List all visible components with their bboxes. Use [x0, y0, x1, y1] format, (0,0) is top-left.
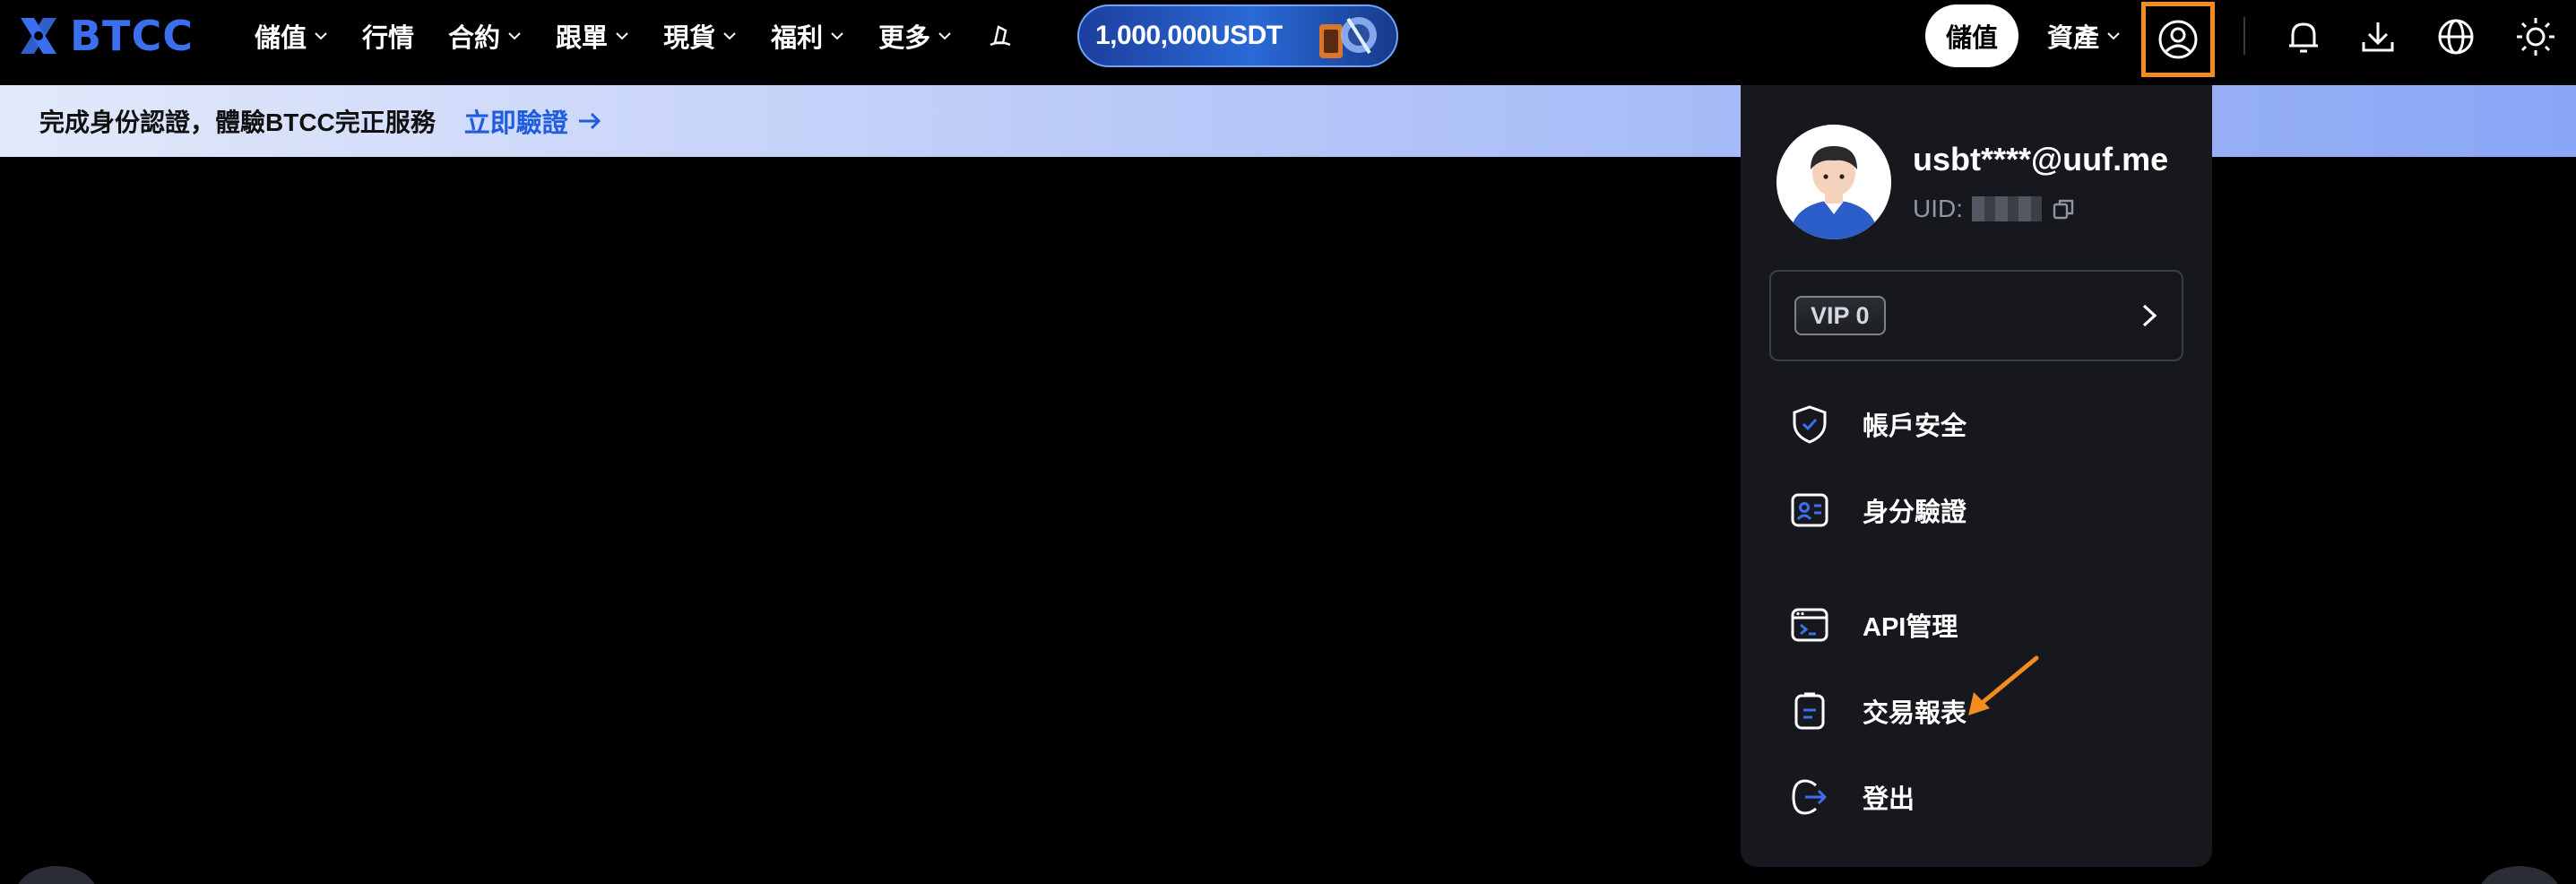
user-icon: [2158, 20, 2198, 59]
id-card-icon: [1791, 493, 1828, 527]
nav-item-futures[interactable]: 合約: [448, 17, 522, 55]
nav-item-deposit[interactable]: 儲值: [255, 17, 328, 55]
menu-item-account-security[interactable]: 帳戶安全: [1787, 397, 2164, 451]
menu-item-identity-verification[interactable]: 身分驗證: [1787, 483, 2164, 537]
chevron-down-icon: [938, 32, 951, 40]
nav-item-copy-trading[interactable]: 跟單: [556, 17, 629, 55]
chevron-down-icon: [831, 32, 843, 40]
assets-menu[interactable]: 資產: [2047, 16, 2121, 56]
menu-item-label: 交易報表: [1863, 699, 1967, 728]
language-button[interactable]: [2435, 16, 2477, 57]
clipboard-list-icon: [1794, 692, 1825, 730]
menu-item-api-management[interactable]: API管理: [1787, 598, 2164, 652]
copy-icon[interactable]: [2051, 196, 2076, 221]
menu-item-logout[interactable]: 登出: [1787, 770, 2164, 824]
notifications-button[interactable]: [2283, 16, 2324, 57]
chevron-down-icon: [508, 32, 521, 40]
top-navbar: BTCC 儲值 行情 合約 跟單 現貨 福利 更多 1,000,000USDT …: [0, 0, 2576, 85]
nav-item-label: 更多: [878, 24, 931, 53]
nav-item-markets[interactable]: 行情: [362, 17, 414, 55]
nav-item-label: 跟單: [556, 24, 609, 53]
nav-item-spot[interactable]: 現貨: [663, 17, 737, 55]
nav-item-label: 福利: [771, 24, 824, 53]
verify-now-link[interactable]: 立即驗證: [464, 102, 602, 140]
account-dropdown-menu: usbt****@uuf.me UID: VIP 0 帳戶安全 身分驗證 API…: [1741, 85, 2212, 867]
menu-item-label: 身分驗證: [1863, 498, 1967, 527]
chevron-down-icon: [2107, 32, 2120, 40]
sun-icon: [2517, 18, 2554, 56]
nav-item-label: 現貨: [663, 24, 716, 53]
btcc-logo[interactable]: BTCC: [16, 12, 194, 60]
arrow-right-icon: [578, 112, 601, 130]
nav-item-label: 行情: [362, 24, 415, 53]
verify-now-label: 立即驗證: [463, 109, 568, 138]
annotation-arrow-icon: [1968, 655, 2039, 715]
chevron-down-icon: [616, 32, 628, 40]
download-icon: [2362, 22, 2394, 52]
avatar-illustration-icon: [1776, 125, 1891, 239]
vip-badge: VIP 0: [1794, 296, 1886, 335]
terminal-window-icon: [1791, 608, 1828, 642]
avatar: [1776, 125, 1891, 239]
shield-check-icon: [1793, 405, 1827, 444]
nav-item-label: 合約: [448, 24, 501, 53]
promo-art-icon: [1319, 17, 1377, 58]
uid-label: UID:: [1913, 195, 1963, 222]
menu-item-label: 登出: [1863, 785, 1915, 814]
main-nav: 儲值 行情 合約 跟單 現貨 福利 更多: [255, 16, 1015, 56]
nav-item-more[interactable]: 更多: [878, 17, 952, 55]
wizard-hat-icon: [990, 25, 1011, 47]
brand-name: BTCC: [70, 12, 194, 60]
user-account-button[interactable]: [2141, 2, 2215, 77]
vip-level-card[interactable]: VIP 0: [1769, 270, 2183, 361]
logout-icon: [1792, 779, 1828, 815]
download-button[interactable]: [2357, 16, 2399, 57]
account-email: usbt****@uuf.me: [1913, 141, 2169, 178]
uid-masked-value: [1972, 196, 2042, 221]
profile-header: usbt****@uuf.me UID:: [1776, 125, 2168, 239]
btcc-logo-icon: [21, 18, 56, 54]
chevron-down-icon: [315, 32, 327, 40]
chevron-down-icon: [723, 32, 736, 40]
promo-banner-button[interactable]: 1,000,000USDT: [1077, 4, 1398, 67]
carousel-next-button[interactable]: [2479, 866, 2560, 884]
kyc-banner-text: 完成身份認證，體驗BTCC完正服務: [39, 108, 436, 136]
globe-icon: [2438, 19, 2474, 55]
theme-toggle-button[interactable]: [2515, 16, 2556, 57]
nav-item-hat[interactable]: [986, 22, 1015, 50]
menu-item-label: 帳戶安全: [1863, 412, 1967, 441]
uid-row: UID:: [1913, 195, 2168, 223]
nav-item-label: 儲值: [255, 24, 307, 53]
bell-icon: [2289, 22, 2318, 53]
assets-label: 資產: [2047, 24, 2100, 53]
promo-label: 1,000,000USDT: [1095, 21, 1283, 50]
chevron-right-icon: [2142, 304, 2157, 327]
carousel-prev-button[interactable]: [16, 866, 97, 884]
header-divider: [2243, 17, 2245, 55]
deposit-button[interactable]: 儲值: [1925, 4, 2018, 67]
menu-item-label: API管理: [1863, 613, 1958, 642]
nav-item-rewards[interactable]: 福利: [771, 17, 844, 55]
